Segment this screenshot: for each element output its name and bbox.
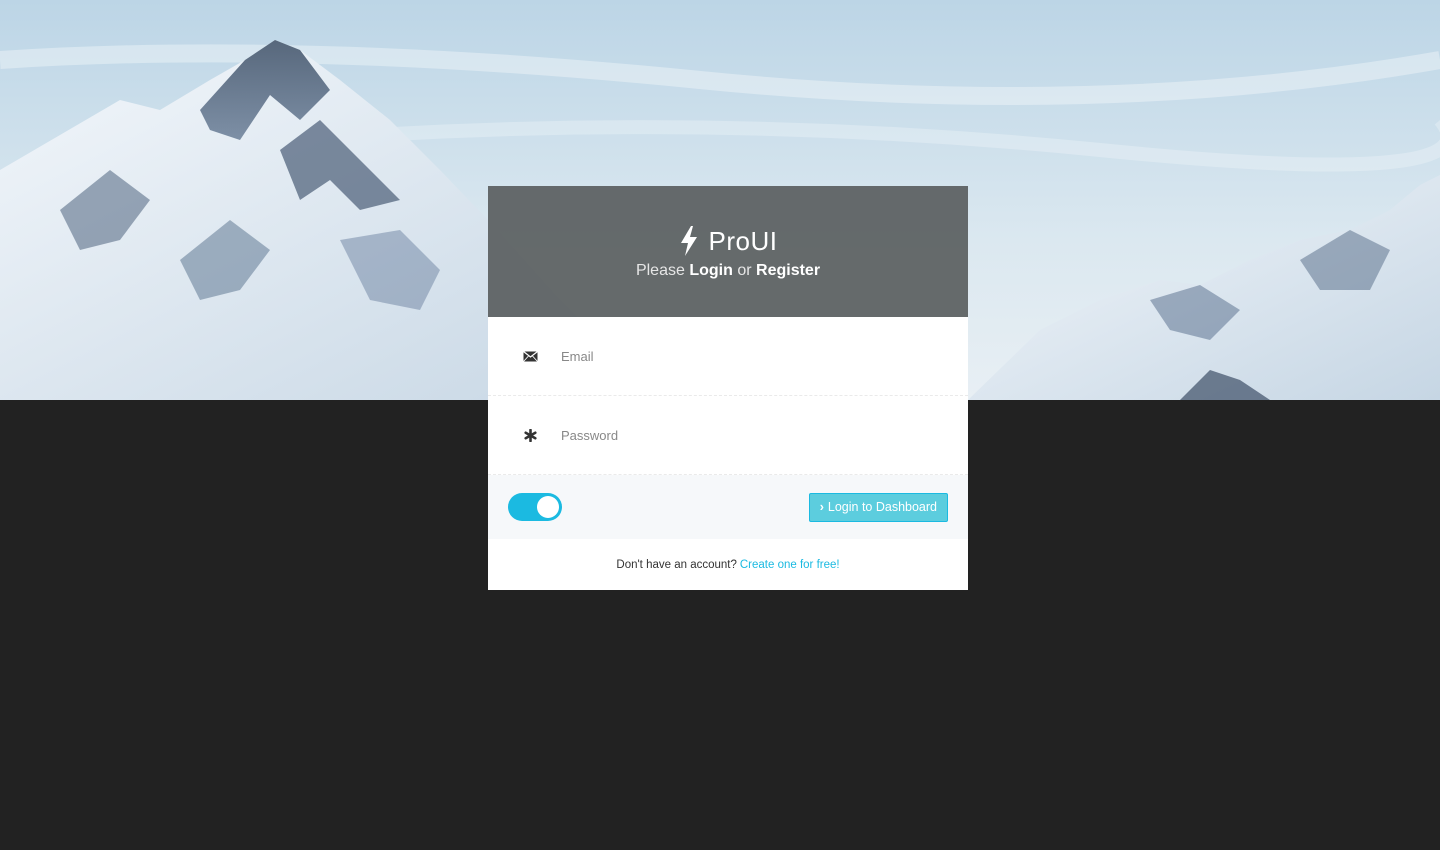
brand-name: ProUI xyxy=(708,225,778,256)
create-account-link[interactable]: Create one for free! xyxy=(740,559,840,571)
login-button-label: Login to Dashboard xyxy=(827,500,937,514)
remember-me-toggle[interactable] xyxy=(508,493,562,521)
login-header: ProUI Please Login or Register xyxy=(488,186,968,317)
login-to-dashboard-button[interactable]: › Login to Dashboard xyxy=(808,492,948,522)
tagline-joiner: or xyxy=(737,262,752,279)
bolt-icon xyxy=(679,226,699,256)
signup-prompt: Don't have an account? Create one for fr… xyxy=(488,539,968,590)
password-row xyxy=(488,396,968,475)
login-container: ProUI Please Login or Register Email › L… xyxy=(488,186,968,590)
envelope-icon xyxy=(522,348,538,364)
signup-question: Don't have an account? xyxy=(616,558,737,571)
email-input[interactable] xyxy=(561,348,941,364)
login-form: › Login to Dashboard xyxy=(488,317,968,539)
brand: ProUI xyxy=(488,224,968,258)
chevron-right-icon: › xyxy=(819,500,824,514)
password-input[interactable] xyxy=(561,427,941,443)
email-row xyxy=(488,317,968,396)
tagline-prefix: Please xyxy=(635,262,685,279)
toggle-knob xyxy=(537,496,559,518)
tagline-login: Login xyxy=(689,262,733,279)
form-actions: › Login to Dashboard xyxy=(488,475,968,539)
login-tagline: Please Login or Register xyxy=(488,262,968,280)
tagline-register: Register xyxy=(756,262,821,279)
asterisk-icon xyxy=(522,427,538,443)
